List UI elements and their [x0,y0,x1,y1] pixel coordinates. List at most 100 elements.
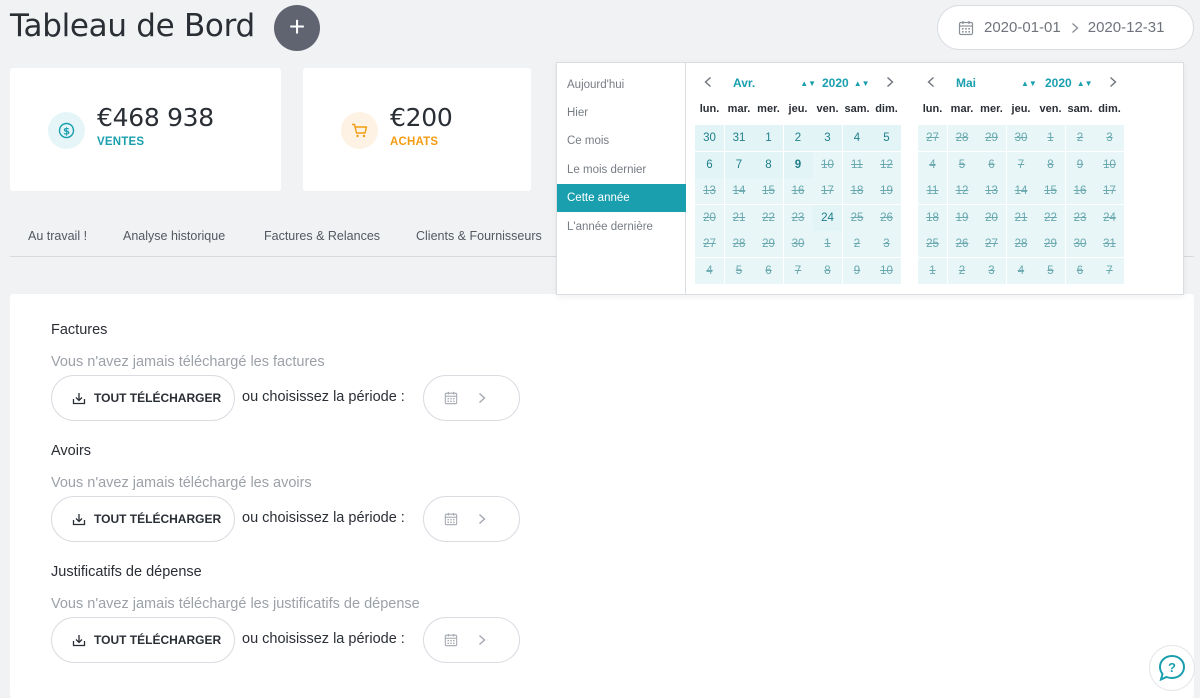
calendar-day[interactable]: 29 [977,125,1006,151]
calendar-day[interactable]: 6 [1065,258,1095,284]
calendar-day[interactable]: 29 [1036,231,1065,258]
tab-analyse-historique[interactable]: Analyse historique [123,229,225,243]
tab-au-travail[interactable]: Au travail ! [28,229,87,243]
calendar-day[interactable]: 17 [1095,178,1124,205]
calendar-day[interactable]: 4 [918,151,947,178]
calendar-day[interactable]: 17 [813,178,842,205]
calendar-day[interactable]: 14 [1006,178,1036,205]
calendar-day[interactable]: 13 [977,178,1006,205]
calendar-day[interactable]: 30 [1006,125,1036,151]
calendar-day[interactable]: 28 [947,125,977,151]
add-button[interactable]: + [274,5,320,51]
calendar-day[interactable]: 1 [754,125,783,151]
download-all-factures-button[interactable]: TOUT TÉLÉCHARGER [51,375,235,421]
month-select-2[interactable]: Mai ▲▼ [956,76,1037,90]
prev-month-button-2[interactable] [927,76,935,91]
calendar-day[interactable]: 11 [842,151,872,178]
calendar-day[interactable]: 19 [872,178,901,205]
calendar-day[interactable]: 1 [1036,125,1065,151]
calendar-day[interactable]: 6 [754,258,783,284]
calendar-day[interactable]: 27 [977,231,1006,258]
calendar-day[interactable]: 27 [918,125,947,151]
calendar-day[interactable]: 7 [783,258,813,284]
calendar-day[interactable]: 30 [783,231,813,258]
prev-month-button[interactable] [704,76,712,91]
download-all-avoirs-button[interactable]: TOUT TÉLÉCHARGER [51,496,235,542]
calendar-day[interactable]: 2 [783,125,813,151]
calendar-day[interactable]: 29 [754,231,783,258]
preset-today[interactable]: Aujourd'hui [557,71,686,99]
help-button[interactable]: ? [1149,645,1195,691]
calendar-day[interactable]: 15 [754,178,783,205]
tab-factures-relances[interactable]: Factures & Relances [264,229,380,243]
calendar-day[interactable]: 3 [977,258,1006,284]
calendar-day[interactable]: 1 [813,231,842,258]
calendar-day[interactable]: 13 [695,178,724,205]
calendar-day[interactable]: 22 [1036,204,1065,231]
calendar-day[interactable]: 8 [1036,151,1065,178]
preset-yesterday[interactable]: Hier [557,99,686,127]
calendar-day[interactable]: 25 [842,204,872,231]
purchases-card[interactable]: €200 ACHATS [303,68,531,191]
calendar-day[interactable]: 2 [1065,125,1095,151]
calendar-day[interactable]: 9 [1065,151,1095,178]
preset-last-month[interactable]: Le mois dernier [557,156,686,184]
calendar-day[interactable]: 9 [783,151,813,178]
calendar-day[interactable]: 30 [1065,231,1095,258]
calendar-day[interactable]: 27 [695,231,724,258]
next-month-button-2[interactable] [1109,76,1117,91]
calendar-day[interactable]: 9 [842,258,872,284]
calendar-day[interactable]: 20 [695,204,724,231]
preset-this-year[interactable]: Cette année [557,184,686,212]
calendar-day[interactable]: 5 [872,125,901,151]
calendar-day[interactable]: 16 [783,178,813,205]
sales-card[interactable]: $ €468 938 VENTES [10,68,281,191]
calendar-day[interactable]: 24 [813,204,842,231]
calendar-day[interactable]: 3 [1095,125,1124,151]
calendar-day[interactable]: 19 [947,204,977,231]
calendar-day[interactable]: 7 [724,151,754,178]
calendar-day[interactable]: 5 [947,151,977,178]
tab-clients-fournisseurs[interactable]: Clients & Fournisseurs [416,229,542,243]
calendar-day[interactable]: 5 [1036,258,1065,284]
calendar-day[interactable]: 10 [872,258,901,284]
calendar-day[interactable]: 12 [872,151,901,178]
calendar-day[interactable]: 30 [695,125,724,151]
month-select-1[interactable]: Avr. ▲▼ [733,76,816,90]
calendar-day[interactable]: 21 [724,204,754,231]
period-picker-factures[interactable] [423,375,520,421]
calendar-day[interactable]: 12 [947,178,977,205]
calendar-day[interactable]: 25 [918,231,947,258]
calendar-day[interactable]: 23 [783,204,813,231]
calendar-day[interactable]: 20 [977,204,1006,231]
calendar-day[interactable]: 16 [1065,178,1095,205]
calendar-day[interactable]: 4 [695,258,724,284]
year-select-2[interactable]: 2020 ▲▼ [1045,76,1093,90]
calendar-day[interactable]: 18 [842,178,872,205]
calendar-day[interactable]: 7 [1006,151,1036,178]
calendar-day[interactable]: 4 [1006,258,1036,284]
calendar-day[interactable]: 28 [724,231,754,258]
year-select-1[interactable]: 2020 ▲▼ [822,76,870,90]
calendar-day[interactable]: 6 [695,151,724,178]
calendar-day[interactable]: 31 [724,125,754,151]
calendar-day[interactable]: 26 [947,231,977,258]
next-month-button[interactable] [886,76,894,91]
calendar-day[interactable]: 21 [1006,204,1036,231]
calendar-day[interactable]: 10 [1095,151,1124,178]
calendar-day[interactable]: 3 [872,231,901,258]
calendar-day[interactable]: 4 [842,125,872,151]
calendar-day[interactable]: 6 [977,151,1006,178]
calendar-day[interactable]: 18 [918,204,947,231]
calendar-day[interactable]: 22 [754,204,783,231]
period-picker-justificatifs[interactable] [423,617,520,663]
calendar-day[interactable]: 8 [813,258,842,284]
date-range-picker[interactable]: 2020-01-01 2020-12-31 [937,5,1194,50]
calendar-day[interactable]: 26 [872,204,901,231]
period-picker-avoirs[interactable] [423,496,520,542]
calendar-day[interactable]: 24 [1095,204,1124,231]
calendar-day[interactable]: 23 [1065,204,1095,231]
calendar-day[interactable]: 2 [947,258,977,284]
calendar-day[interactable]: 31 [1095,231,1124,258]
calendar-day[interactable]: 8 [754,151,783,178]
